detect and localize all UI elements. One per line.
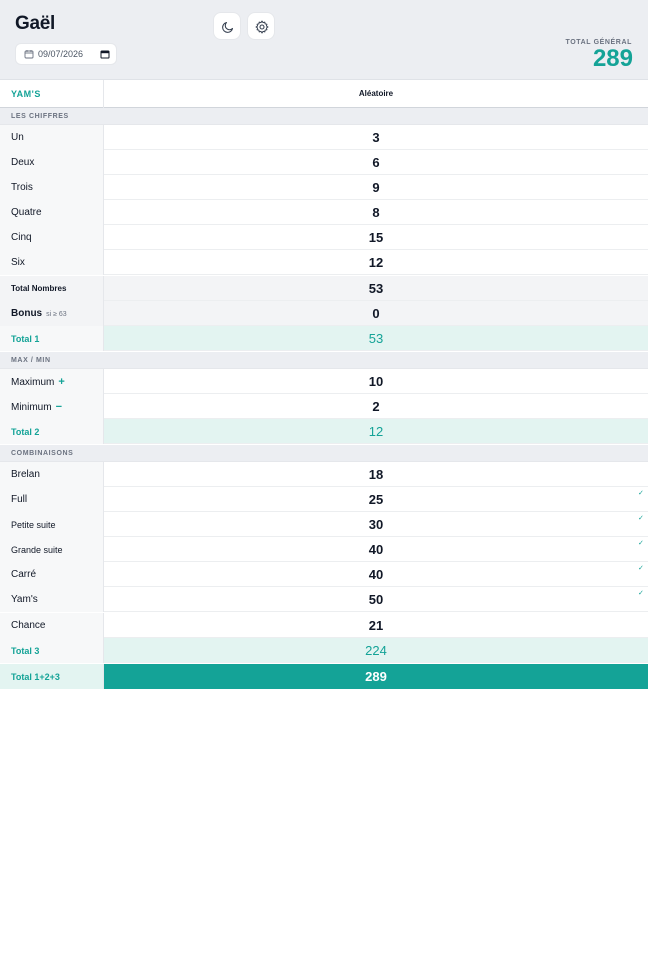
minimum-label: Minimum	[11, 402, 52, 413]
check-icon: ✓	[638, 515, 644, 522]
score-cell[interactable]: 21	[104, 613, 648, 638]
total-nombres-value: 53	[368, 281, 384, 296]
row-label: Trois	[0, 175, 104, 200]
score-cell[interactable]: 3	[104, 125, 648, 150]
total2-row: Total 2 12	[0, 419, 648, 444]
row-label: Cinq	[0, 225, 104, 250]
bonus-value: 0	[372, 306, 380, 321]
row-label: Total 3	[0, 638, 104, 663]
score-cell[interactable]: 40	[104, 537, 648, 562]
score-cell[interactable]: 40	[104, 562, 648, 587]
section-maxmin: MAX / MIN	[0, 352, 648, 369]
row-label: Bonus si ≥ 63	[0, 301, 104, 326]
table-row: Quatre 8	[0, 200, 648, 225]
mode-column-label[interactable]: Aléatoire	[104, 80, 648, 108]
calendar-icon	[24, 50, 34, 59]
row-label: Yam's	[0, 587, 104, 612]
row-label: Minimum −	[0, 394, 104, 419]
table-row: Full 25 ✓	[0, 487, 648, 512]
bonus-label: Bonus	[11, 308, 43, 319]
row-label: Total 1	[0, 326, 104, 351]
row-label: Total Nombres	[0, 276, 104, 301]
row-label: Carré	[0, 562, 104, 587]
score-cell[interactable]: 10	[104, 369, 648, 394]
table-row: Un 3	[0, 125, 648, 150]
total-final-row: Total 1+2+3 289	[0, 664, 648, 689]
total-nombres-row: Total Nombres 53	[0, 276, 648, 301]
table-row: Six 12	[0, 250, 648, 275]
score-cell[interactable]: 30	[104, 512, 648, 537]
maximum-label: Maximum	[11, 377, 55, 388]
table-row: Grande suite 40 ✓	[0, 537, 648, 562]
check-icon: ✓	[638, 540, 644, 547]
row-label: Un	[0, 125, 104, 150]
row-label: Quatre	[0, 200, 104, 225]
total3-value: 224	[365, 643, 387, 658]
score-cell[interactable]: 18	[104, 462, 648, 487]
row-label: Deux	[0, 150, 104, 175]
row-label: Full	[0, 487, 104, 512]
row-label: Brelan	[0, 462, 104, 487]
row-label: Chance	[0, 613, 104, 638]
app-header: Gaël 09/07/2026 TOTAL GÉNÉRAL 289	[0, 0, 648, 80]
date-value: 09/07/2026	[38, 49, 84, 59]
score-cell[interactable]: 9	[104, 175, 648, 200]
table-row: Minimum − 2	[0, 394, 648, 419]
check-icon: ✓	[638, 490, 644, 497]
bonus-row: Bonus si ≥ 63 0	[0, 301, 648, 326]
game-column-label: YAM'S	[0, 80, 104, 108]
table-row: Cinq 15	[0, 225, 648, 250]
row-label: Six	[0, 250, 104, 275]
check-icon: ✓	[638, 590, 644, 597]
column-header: YAM'S Aléatoire	[0, 80, 648, 108]
table-row: Chance 21	[0, 613, 648, 638]
calendar-picker-icon[interactable]	[100, 49, 110, 59]
row-label: Total 1+2+3	[0, 664, 104, 689]
gear-icon	[255, 20, 269, 34]
player-name[interactable]: Gaël	[15, 13, 55, 35]
section-combinaisons: COMBINAISONS	[0, 445, 648, 462]
score-cell[interactable]: 15	[104, 225, 648, 250]
total-final-value: 289	[365, 669, 387, 684]
score-cell[interactable]: 6	[104, 150, 648, 175]
total2-value: 12	[368, 424, 384, 439]
table-row: Yam's 50 ✓	[0, 587, 648, 612]
row-label: Maximum +	[0, 369, 104, 394]
table-row: Trois 9	[0, 175, 648, 200]
table-row: Maximum + 10	[0, 369, 648, 394]
score-cell[interactable]: 12	[104, 250, 648, 275]
table-row: Carré 40 ✓	[0, 562, 648, 587]
row-label: Petite suite	[0, 512, 104, 537]
plus-icon: +	[58, 376, 65, 388]
dark-mode-button[interactable]	[213, 12, 241, 40]
total1-value: 53	[368, 331, 384, 346]
score-cell[interactable]: 8	[104, 200, 648, 225]
date-input[interactable]: 09/07/2026	[15, 43, 117, 65]
grand-total-value: 289	[592, 45, 633, 72]
score-cell[interactable]: 25	[104, 487, 648, 512]
settings-button[interactable]	[247, 12, 275, 40]
row-label: Grande suite	[0, 537, 104, 562]
check-icon: ✓	[638, 565, 644, 572]
table-row: Brelan 18	[0, 462, 648, 487]
minus-icon: −	[55, 401, 62, 413]
bonus-hint: si ≥ 63	[46, 311, 67, 318]
table-row: Deux 6	[0, 150, 648, 175]
score-cell[interactable]: 2	[104, 394, 648, 419]
row-label: Total 2	[0, 419, 104, 444]
table-row: Petite suite 30 ✓	[0, 512, 648, 537]
moon-icon	[222, 21, 234, 33]
total1-row: Total 1 53	[0, 326, 648, 351]
section-chiffres: LES CHIFFRES	[0, 108, 648, 125]
score-cell[interactable]: 50	[104, 587, 648, 612]
total3-row: Total 3 224	[0, 638, 648, 663]
